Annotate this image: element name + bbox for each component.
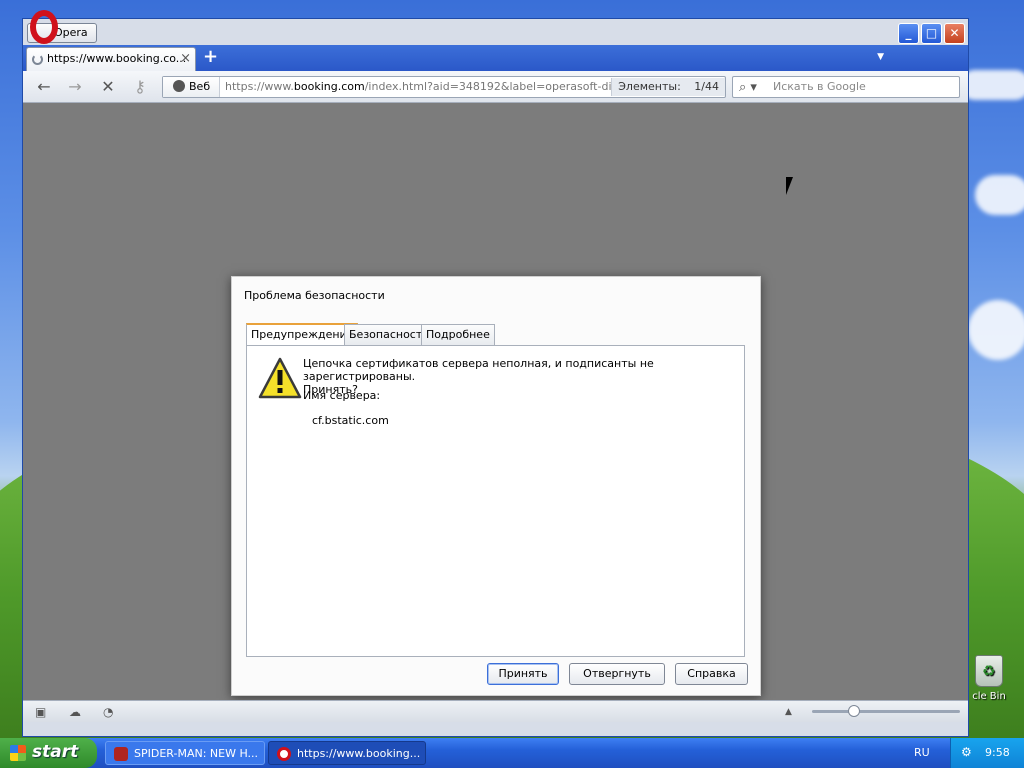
opera-menu-label: Opera: [54, 26, 88, 39]
recycle-bin-label: cle Bin: [972, 691, 1006, 702]
server-name-label: Имя сервера:: [303, 389, 381, 402]
help-button[interactable]: Справка: [675, 663, 748, 685]
reject-button[interactable]: Отвергнуть: [569, 663, 665, 685]
tab-booking[interactable]: https://www.booking.co... ×: [26, 47, 196, 71]
start-label: start: [32, 742, 79, 762]
status-bar: ▣ ☁ ◔ ▲: [23, 700, 968, 722]
taskbar-item-label: SPIDER-MAN: NEW H...: [134, 747, 259, 760]
taskbar-item-opera[interactable]: https://www.booking...: [268, 741, 426, 765]
address-bar[interactable]: Веб https://www.booking.com/index.html?a…: [162, 76, 726, 98]
desktop-cloud: [968, 300, 1024, 360]
minimize-button[interactable]: _: [898, 23, 919, 44]
zoom-up-arrow-icon[interactable]: ▲: [785, 707, 799, 719]
spiderman-app-icon: [114, 747, 128, 761]
panel-toggle-icon[interactable]: ▣: [35, 705, 49, 719]
elements-count: 1/44: [694, 80, 719, 93]
server-name-value: cf.bstatic.com: [312, 414, 389, 427]
page-content: Проблема безопасности Предупреждение Без…: [23, 103, 968, 700]
accept-button[interactable]: Принять: [487, 663, 559, 685]
dialog-title: Проблема безопасности: [244, 289, 385, 302]
tab-close-icon[interactable]: ×: [180, 51, 191, 66]
network-tray-icon[interactable]: ⚙: [961, 745, 972, 759]
web-badge[interactable]: Веб: [163, 77, 220, 97]
opera-app-icon: [277, 747, 291, 761]
opera-unite-cloud-icon[interactable]: ☁: [69, 705, 83, 719]
recycle-bin-icon: [975, 655, 1003, 687]
elements-label: Элементы:: [618, 80, 681, 93]
warning-panel: Цепочка сертификатов сервера неполная, и…: [246, 345, 745, 657]
zoom-slider[interactable]: [812, 710, 960, 713]
tab-bar: https://www.booking.co... × + ▼: [23, 45, 968, 71]
desktop-cloud: [960, 70, 1024, 100]
loading-spinner-icon: [32, 54, 43, 65]
language-indicator[interactable]: RU: [914, 746, 930, 759]
opera-window: Opera _ □ ✕ https://www.booking.co... × …: [22, 10, 969, 737]
globe-icon: [173, 80, 185, 92]
mouse-cursor-icon: [786, 177, 798, 195]
tab-details[interactable]: Подробнее: [421, 324, 495, 345]
windows-flag-icon: [10, 745, 26, 761]
key-icon[interactable]: ⚷: [129, 77, 151, 97]
taskbar-item-label: https://www.booking...: [297, 747, 421, 760]
zoom-slider-knob[interactable]: [848, 705, 860, 717]
elements-counter[interactable]: Элементы: 1/44: [611, 78, 725, 96]
navigation-toolbar: ← → ✕ ⚷ Веб https://www.booking.com/inde…: [23, 71, 968, 103]
taskbar-item-spiderman[interactable]: SPIDER-MAN: NEW H...: [105, 741, 265, 765]
url-scheme: https://www.: [225, 80, 294, 93]
warning-triangle-icon: [258, 357, 302, 399]
warning-message-line1: Цепочка сертификатов сервера неполная, и…: [303, 357, 654, 383]
start-button[interactable]: start: [0, 738, 97, 768]
url-path: /index.html?aid=348192&label=operasoft-d…: [364, 80, 625, 93]
maximize-button[interactable]: □: [921, 23, 942, 44]
url-domain: booking.com: [293, 80, 365, 93]
new-tab-button[interactable]: +: [203, 46, 218, 67]
opera-turbo-gauge-icon[interactable]: ◔: [103, 705, 117, 719]
search-input[interactable]: ⌕ ▾ Искать в Google: [732, 76, 960, 98]
forward-arrow-icon[interactable]: →: [64, 77, 86, 97]
system-tray: ⚙ 9:58: [950, 738, 1024, 768]
opera-menu-button[interactable]: Opera: [27, 10, 97, 44]
url-text[interactable]: https://www.booking.com/index.html?aid=3…: [225, 77, 625, 97]
search-placeholder: Искать в Google: [773, 80, 866, 93]
close-window-button[interactable]: ✕: [944, 23, 965, 44]
tab-warning[interactable]: Предупреждение: [246, 323, 359, 345]
opera-logo-icon: [30, 10, 58, 44]
desktop-cloud: [975, 175, 1024, 215]
recycle-bin-desktop-icon[interactable]: cle Bin: [964, 655, 1014, 702]
security-dialog: Проблема безопасности Предупреждение Без…: [231, 276, 761, 696]
clock[interactable]: 9:58: [985, 746, 1010, 759]
back-arrow-icon[interactable]: ←: [33, 77, 55, 97]
web-label: Веб: [189, 80, 211, 93]
tab-title: https://www.booking.co...: [47, 52, 187, 65]
tab-menu-chevron-icon[interactable]: ▼: [877, 52, 884, 62]
stop-icon[interactable]: ✕: [97, 77, 119, 97]
taskbar: start SPIDER-MAN: NEW H... https://www.b…: [0, 738, 1024, 768]
search-icon: ⌕ ▾: [739, 80, 757, 95]
